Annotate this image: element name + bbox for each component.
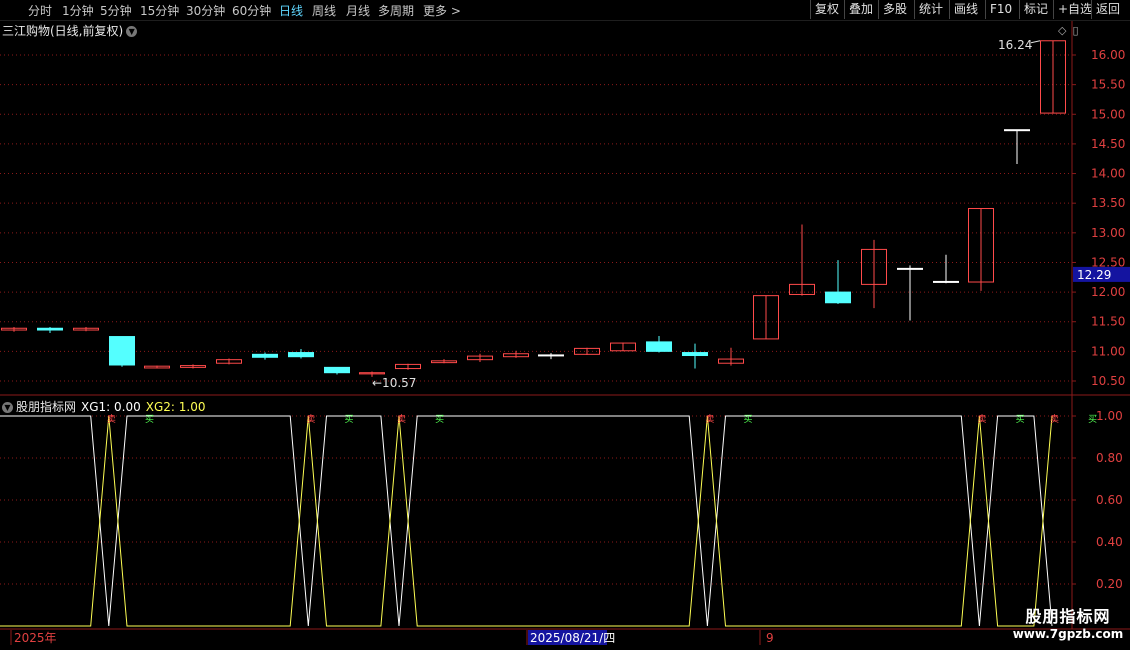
indicator-name[interactable]: 股朋指标网	[16, 400, 76, 414]
current-price-label: 12.29	[1077, 268, 1111, 282]
candle-body	[825, 291, 851, 304]
period-tab-10[interactable]: 更多 >	[423, 2, 461, 19]
period-tab-4[interactable]: 30分钟	[186, 2, 225, 19]
time-cursor-label: 2025/08/21/四	[530, 631, 615, 645]
watermark-url: www.7gpzb.com	[1012, 627, 1124, 641]
period-tab-2[interactable]: 5分钟	[100, 2, 132, 19]
toolbar-button-8[interactable]: 返回	[1091, 0, 1124, 19]
indicator-tick-label: 0.40	[1096, 535, 1123, 549]
candle-body	[682, 352, 708, 357]
candle-body	[324, 366, 350, 374]
buy-marker: 买	[435, 414, 444, 425]
panel-toggle-icon[interactable]: ▯	[1072, 24, 1078, 37]
price-tick-label: 16.00	[1091, 48, 1125, 62]
period-tab-5[interactable]: 60分钟	[232, 2, 271, 19]
period-tab-6[interactable]: 日线	[279, 2, 303, 19]
candle-body	[37, 327, 63, 331]
indicator-line-xg2	[0, 415, 1053, 627]
period-tab-8[interactable]: 月线	[346, 2, 370, 19]
buy-marker: 买	[744, 414, 753, 425]
toolbar-button-1[interactable]: 叠加	[844, 0, 877, 19]
price-tick-label: 14.00	[1091, 167, 1125, 181]
candle-body	[538, 354, 564, 357]
buy-marker: 买	[344, 414, 353, 425]
price-tick-label: 11.50	[1091, 315, 1125, 329]
sell-marker: 卖	[1050, 414, 1059, 425]
period-tab-1[interactable]: 1分钟	[62, 2, 94, 19]
candle-body	[288, 352, 314, 358]
period-tab-9[interactable]: 多周期	[378, 2, 414, 19]
low-annotation: ←10.57	[372, 376, 416, 390]
toolbar-button-3[interactable]: 统计	[914, 0, 947, 19]
buy-marker: 买	[145, 414, 154, 425]
toolbar-button-6[interactable]: 标记	[1019, 0, 1052, 19]
indicator-title: ▼ 股朋指标网 XG1: 0.00 XG2: 1.00	[2, 398, 205, 415]
price-tick-label: 15.00	[1091, 107, 1125, 121]
toolbar-button-7[interactable]: +自选	[1053, 0, 1096, 19]
period-tab-0[interactable]: 分时	[28, 2, 52, 19]
chevron-down-icon[interactable]: ▼	[2, 402, 13, 413]
indicator-tick-label: 1.00	[1096, 409, 1123, 423]
time-start-label: 2025年	[14, 631, 57, 645]
toolbar-button-4[interactable]: 画线	[949, 0, 982, 19]
buy-marker: 买	[1088, 414, 1097, 425]
sell-marker: 卖	[397, 414, 406, 425]
stock-title[interactable]: 三江购物(日线,前复权) ▼	[2, 22, 138, 39]
sell-marker: 卖	[306, 414, 315, 425]
xg1-label: XG1: 0.00	[81, 400, 141, 414]
candle-body	[252, 353, 278, 358]
indicator-tick-label: 0.80	[1096, 451, 1123, 465]
period-toolbar: 分时 1分钟 5分钟 15分钟 30分钟 60分钟 日线 周线 月线 多周期 更多 > 复权 叠加 多股统…	[0, 0, 1130, 21]
price-tick-label: 14.50	[1091, 137, 1125, 151]
indicator-line-xg1	[0, 415, 1053, 627]
candle-body	[1004, 129, 1030, 132]
sell-marker: 卖	[705, 414, 714, 425]
price-tick-label: 10.50	[1091, 374, 1125, 388]
chart-canvas: 16.0015.5015.0014.5014.0013.5013.0012.50…	[0, 20, 1130, 645]
candle-body	[933, 280, 959, 283]
chevron-down-icon[interactable]: ▼	[126, 26, 138, 37]
indicator-tick-label: 0.20	[1096, 577, 1123, 591]
price-tick-label: 13.50	[1091, 196, 1125, 210]
stock-title-label: 三江购物(日线,前复权)	[2, 24, 124, 38]
price-tick-label: 15.50	[1091, 78, 1125, 92]
price-tick-label: 12.00	[1091, 285, 1125, 299]
xg2-label: XG2: 1.00	[145, 400, 206, 414]
candle-body	[646, 341, 672, 352]
toolbar-button-2[interactable]: 多股	[878, 0, 911, 19]
buy-marker: 买	[1016, 414, 1025, 425]
price-tick-label: 13.00	[1091, 226, 1125, 240]
indicator-tick-label: 0.60	[1096, 493, 1123, 507]
toolbar-button-5[interactable]: F10	[985, 0, 1016, 19]
sell-marker: 卖	[107, 414, 116, 425]
high-annotation: 16.24	[998, 38, 1032, 52]
candle-body	[897, 267, 923, 270]
time-mid-label: 9	[766, 631, 774, 645]
watermark: 股朋指标网 www.7gpzb.com	[1008, 603, 1128, 641]
toolbar-button-0[interactable]: 复权	[810, 0, 843, 19]
price-tick-label: 11.00	[1091, 344, 1125, 358]
chart-corner-icons: ◇ ▯	[1058, 24, 1079, 37]
sell-marker: 卖	[977, 414, 986, 425]
period-tab-7[interactable]: 周线	[312, 2, 336, 19]
watermark-title: 股朋指标网	[1025, 607, 1111, 626]
period-tab-3[interactable]: 15分钟	[140, 2, 179, 19]
diamond-icon[interactable]: ◇	[1058, 24, 1066, 37]
candle-body	[109, 336, 135, 366]
